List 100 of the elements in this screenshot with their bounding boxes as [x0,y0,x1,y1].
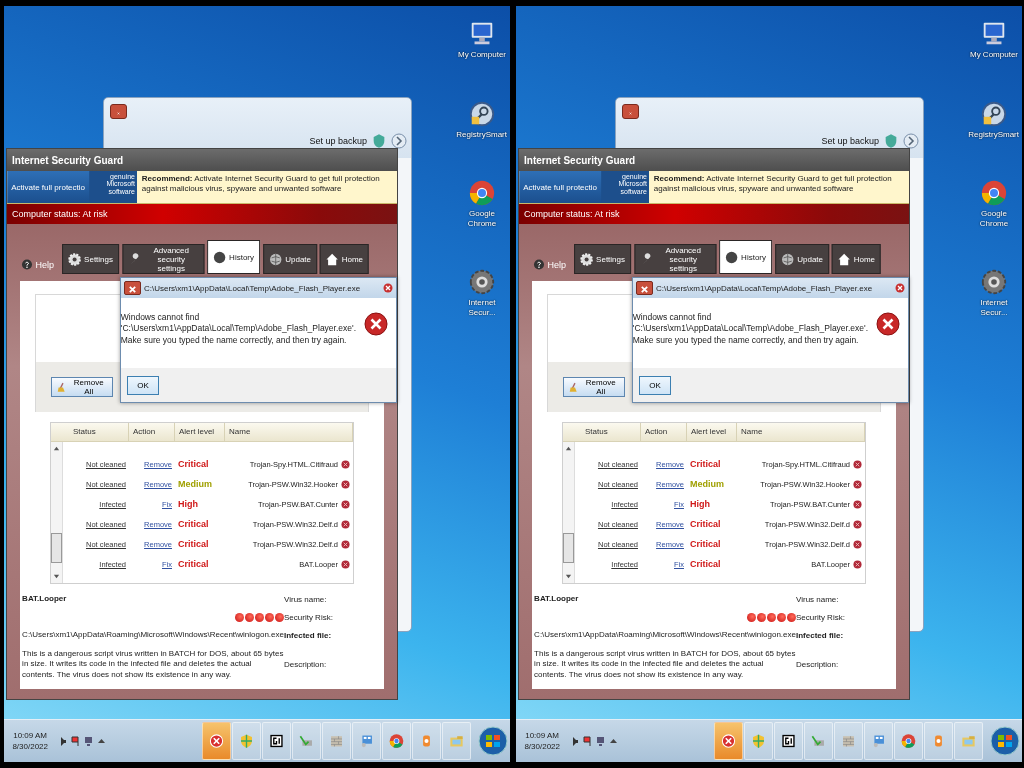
help-link[interactable]: Help [15,258,60,271]
chrome-icon[interactable] [468,179,496,208]
error-icon [383,283,393,293]
risk-dot [275,612,284,622]
column-header[interactable]: Action [129,423,175,441]
chrome-icon[interactable] [980,179,1008,208]
window-title: Internet Security Guard [519,149,909,171]
tab[interactable]: Home [319,244,369,274]
tab[interactable]: History [718,240,772,274]
start-button[interactable] [990,726,1020,757]
tab[interactable]: History [206,240,260,274]
remove-all-button[interactable]: Remove All [563,377,625,397]
network-icon[interactable] [595,735,605,747]
scroll-up-icon[interactable] [53,445,60,452]
alert-level: Critical [177,519,210,529]
back-icon[interactable] [391,133,407,149]
field-label: Virus name: [284,594,328,604]
ok-button[interactable]: OK [127,375,159,395]
tab[interactable]: Advanced security settings [122,244,204,274]
bug-icon [341,499,350,509]
alert-level: Medium [689,479,725,489]
close-icon [117,111,120,115]
field-label: Description: [796,660,840,670]
risk-dot [757,612,766,622]
scroll-thumb[interactable] [51,532,62,563]
alert-level: Critical [177,539,210,549]
link-text[interactable]: Set up backup [821,136,879,146]
clock[interactable]: 10:09 AM 8/30/2022 [12,729,48,753]
globe-icon [268,252,282,266]
back-icon[interactable] [903,133,919,149]
tab[interactable]: Home [831,244,881,274]
icon-label[interactable]: Google Chrome [966,209,1022,229]
error-icon [364,312,388,336]
close-button[interactable] [636,281,653,295]
clock[interactable]: 10:09 AM 8/30/2022 [524,729,560,753]
scroll-down-icon[interactable] [565,573,572,580]
icon-label[interactable]: RegistrySmart [968,129,1020,140]
scrollbar[interactable] [563,442,575,583]
clock-time: 10:09 AM [12,729,47,742]
tab[interactable]: Update [262,244,317,274]
scrollbar[interactable] [51,442,63,583]
flag-icon[interactable] [582,735,592,747]
activate-button[interactable]: Activate full protectio [7,171,89,203]
window-title: Internet Security Guard [7,149,397,171]
icon-label[interactable]: RegistrySmart [456,129,508,140]
icon-label[interactable]: My Computer [970,50,1018,60]
house-icon [837,252,851,266]
field-value: C:\Users\xm1\AppData\Roaming\Microsoft\Windows\Recent\winlogon.exe [22,629,284,641]
error-icon [895,283,905,293]
taskbar-button[interactable] [774,722,803,761]
column-header[interactable]: Name [225,423,353,441]
bug-icon [853,519,862,529]
field-label: Security Risk: [796,612,846,622]
gear-icon[interactable] [980,268,1008,297]
network-icon[interactable] [83,735,93,747]
icon-label[interactable]: Internet Secur... [454,298,510,318]
risk-dot [747,612,756,622]
taskbar-button[interactable] [262,722,291,761]
help-icon [21,259,32,270]
scroll-down-icon[interactable] [53,573,60,580]
tab[interactable]: Update [774,244,829,274]
tab[interactable]: Settings [574,244,632,274]
risk-dot [767,612,776,622]
field-label: Virus name: [796,594,840,604]
column-header[interactable]: Status [69,423,129,441]
start-button[interactable] [478,726,508,757]
tab[interactable]: Settings [62,244,120,274]
field-label: Infected file: [796,630,845,640]
alert-level: Critical [177,559,210,569]
bug-icon [341,519,350,529]
icon-label[interactable]: Internet Secur... [966,298,1022,318]
alert-level: Critical [689,559,722,569]
help-link[interactable]: Help [527,258,572,271]
bug-icon [341,479,350,489]
scroll-up-icon[interactable] [565,445,572,452]
column-header[interactable]: Alert level [687,423,737,441]
bug-icon [853,499,862,509]
risk-dot [245,612,254,622]
bug-icon [853,539,862,549]
column-header[interactable]: Name [737,423,865,441]
gear-icon[interactable] [468,268,496,297]
flag-icon[interactable] [70,735,80,747]
icon-label[interactable]: My Computer [458,50,506,60]
field-label: Description: [284,660,328,670]
bug-icon [853,459,862,469]
column-header[interactable]: Action [641,423,687,441]
link-text[interactable]: Set up backup [309,136,367,146]
shield-icon [371,133,387,149]
column-header[interactable]: Alert level [175,423,225,441]
ok-button[interactable]: OK [639,375,671,395]
tab[interactable]: Advanced security settings [634,244,716,274]
field-label: Security Risk: [284,612,334,622]
field-value: This is a dangerous script virus written in BATCH for DOS, about 65 bytes in size. It writes its code in the infected file and deletes the actual contents. The virus does not show its existence in any way. [22,648,284,681]
remove-all-button[interactable]: Remove All [51,377,113,397]
activate-button[interactable]: Activate full protectio [519,171,601,203]
column-header[interactable]: Status [581,423,641,441]
risk-dot [777,612,786,622]
scroll-thumb[interactable] [563,532,574,563]
close-button[interactable] [124,281,141,295]
icon-label[interactable]: Google Chrome [454,209,510,229]
